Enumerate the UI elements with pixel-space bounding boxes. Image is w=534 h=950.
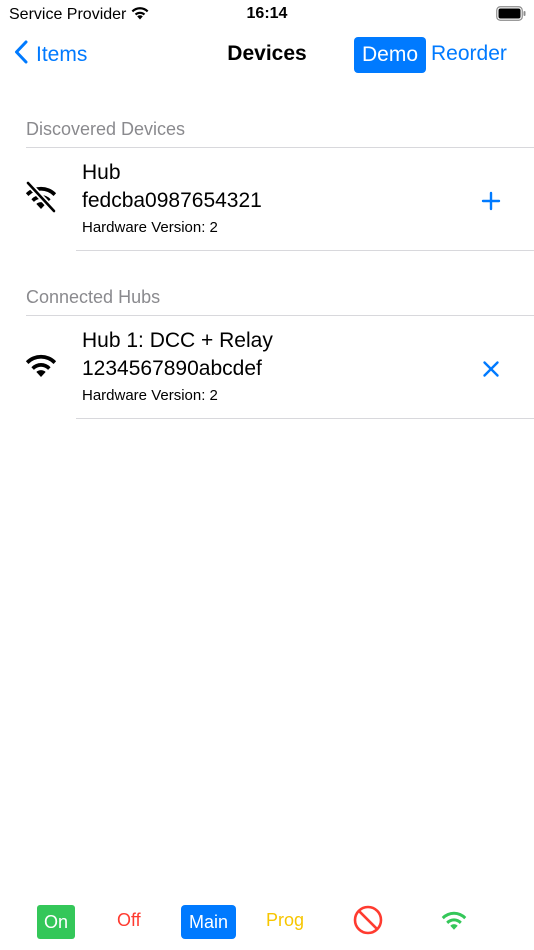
app-root: Service Provider 16:14 Items Devices Dem… (0, 0, 534, 950)
separator (76, 418, 534, 419)
battery-icon (496, 6, 526, 26)
wifi-icon (22, 349, 60, 386)
hub-id: 1234567890abcdef (82, 357, 262, 380)
hardware-version: Hardware Version: 2 (82, 219, 218, 236)
prohibited-icon[interactable] (352, 904, 384, 941)
separator (76, 250, 534, 251)
device-name: Hub (82, 161, 121, 184)
reorder-button[interactable]: Reorder (431, 42, 507, 66)
list-item-connected-hub[interactable]: Hub 1: DCC + Relay 1234567890abcdef Hard… (0, 316, 534, 418)
navigation-bar: Items Devices Demo Reorder (0, 28, 534, 82)
status-bar: Service Provider 16:14 (0, 0, 534, 28)
status-time: 16:14 (246, 5, 288, 22)
close-icon[interactable] (478, 356, 504, 382)
off-button[interactable]: Off (117, 910, 141, 931)
section-header-discovered: Discovered Devices (26, 119, 186, 139)
prog-button[interactable]: Prog (266, 910, 304, 931)
bottom-toolbar: On Off Main Prog (0, 896, 534, 950)
on-button[interactable]: On (37, 905, 75, 939)
main-button[interactable]: Main (181, 905, 236, 939)
wifi-icon[interactable] (437, 907, 471, 938)
list-item-discovered-hub[interactable]: Hub fedcba0987654321 Hardware Version: 2 (0, 148, 534, 250)
section-header-connected: Connected Hubs (26, 287, 161, 307)
device-id: fedcba0987654321 (82, 189, 262, 212)
hub-name: Hub 1: DCC + Relay (82, 329, 273, 352)
wifi-off-icon (22, 180, 60, 218)
demo-button[interactable]: Demo (354, 37, 426, 73)
hardware-version: Hardware Version: 2 (82, 387, 218, 404)
plus-icon[interactable] (478, 188, 504, 214)
